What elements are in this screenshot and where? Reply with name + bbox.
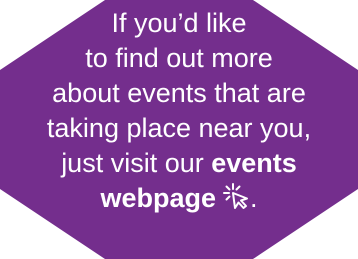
callout-line-3: about events that are [52, 78, 306, 108]
final-period: . [250, 183, 258, 213]
callout-line-1: If you’d like [111, 8, 247, 38]
callout-line-5-prefix: just visit our [61, 148, 212, 178]
callout-line-4: taking place near you, [46, 113, 312, 143]
events-link-part-1[interactable]: events [211, 148, 297, 178]
callout-line-6: webpage . [0, 181, 358, 216]
events-webpage-link[interactable]: webpage [100, 183, 216, 213]
events-callout: If you’d like to find out more about eve… [0, 0, 358, 259]
callout-line-2: to find out more [85, 43, 273, 73]
click-cursor-icon [223, 183, 248, 209]
callout-text: If you’d like to find out more about eve… [0, 6, 358, 216]
callout-line-5: just visit our events [0, 146, 358, 181]
